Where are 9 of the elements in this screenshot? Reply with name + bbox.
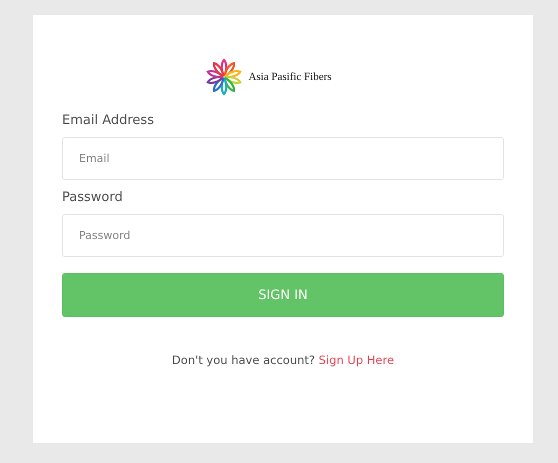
field-label: Email Address xyxy=(62,113,155,128)
signup-prompt: Don't you have account? Sign Up Here xyxy=(170,353,396,367)
input-field[interactable]: Email xyxy=(62,137,504,180)
input-field[interactable]: Password xyxy=(62,214,504,257)
logo-icon xyxy=(204,57,244,97)
sign-up-link[interactable]: Sign Up Here xyxy=(318,353,394,367)
field-label: Password xyxy=(62,190,124,205)
brand-name: Asia Pasific Fibers xyxy=(248,71,332,83)
sign-in-button[interactable]: SIGN IN xyxy=(62,273,504,317)
